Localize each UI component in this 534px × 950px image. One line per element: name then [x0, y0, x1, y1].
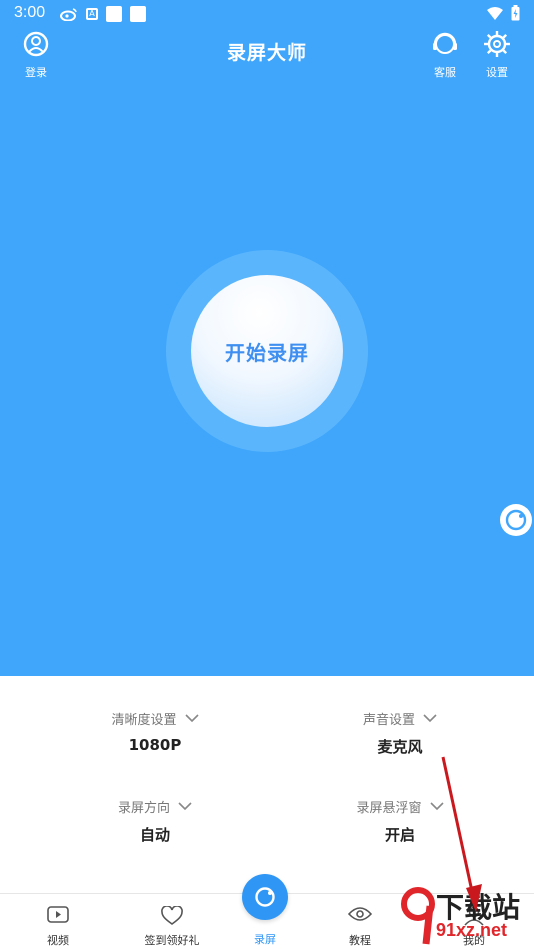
- start-record-label: 开始录屏: [225, 340, 309, 365]
- battery-icon: [511, 5, 520, 21]
- settings-button[interactable]: 设置: [477, 30, 517, 80]
- weibo-icon: [60, 8, 77, 21]
- record-icon: [255, 887, 275, 907]
- nav-item-tutorial[interactable]: 教程: [310, 894, 410, 950]
- resolution-setting[interactable]: 清晰度设置 1080P: [55, 709, 255, 754]
- floating-window-value: 开启: [384, 826, 415, 844]
- nav-label-record: 录屏: [254, 933, 276, 946]
- customer-service-button[interactable]: 客服: [425, 30, 465, 80]
- chevron-down-icon: [423, 714, 437, 723]
- watermark-url: 91xz.net: [436, 920, 508, 940]
- notification-square-icon: [130, 6, 146, 22]
- resolution-setting-title: 清晰度设置: [111, 713, 177, 728]
- heart-icon: [161, 906, 183, 925]
- wifi-icon: [487, 6, 503, 20]
- nav-label-checkin: 签到领好礼: [144, 934, 200, 947]
- audio-value: 麦克风: [377, 738, 423, 756]
- nav-item-checkin[interactable]: 签到领好礼: [122, 894, 222, 950]
- watermark-logo-icon: [401, 887, 435, 945]
- start-record-button[interactable]: 开始录屏: [191, 275, 343, 427]
- nav-item-record[interactable]: [242, 874, 288, 920]
- orientation-setting-title: 录屏方向: [117, 801, 170, 816]
- chevron-down-icon: [184, 714, 199, 723]
- settings-label: 设置: [486, 66, 508, 79]
- status-bar: 3:00 A: [0, 0, 534, 28]
- resolution-value: 1080P: [128, 736, 182, 754]
- eye-icon: [348, 907, 372, 921]
- audio-setting-title: 声音设置: [362, 713, 415, 728]
- status-time: 3:00: [14, 4, 46, 21]
- chevron-down-icon: [178, 802, 192, 811]
- app-notification-icon: A: [86, 8, 98, 20]
- floating-window-setting[interactable]: 录屏悬浮窗 开启: [300, 797, 500, 845]
- chevron-down-icon: [429, 802, 444, 811]
- headset-icon: [433, 32, 457, 54]
- refresh-record-icon: [505, 509, 527, 531]
- nav-label-tutorial: 教程: [349, 934, 371, 947]
- site-watermark: 下载站 91xz.net: [400, 884, 530, 948]
- floating-window-setting-title: 录屏悬浮窗: [356, 801, 422, 816]
- gear-icon: [484, 31, 510, 57]
- video-icon: [47, 906, 69, 923]
- nav-item-video[interactable]: 视频: [8, 894, 108, 950]
- orientation-setting[interactable]: 录屏方向 自动: [55, 797, 255, 845]
- nav-label-video: 视频: [47, 934, 69, 947]
- floating-record-ball[interactable]: [500, 504, 532, 536]
- login-label: 登录: [25, 66, 47, 79]
- notification-square-icon: [106, 6, 122, 22]
- status-notification-icons: A: [60, 6, 146, 22]
- customer-service-label: 客服: [434, 66, 456, 79]
- status-system-icons: [487, 5, 520, 21]
- audio-setting[interactable]: 声音设置 麦克风: [300, 709, 500, 757]
- orientation-value: 自动: [139, 826, 170, 844]
